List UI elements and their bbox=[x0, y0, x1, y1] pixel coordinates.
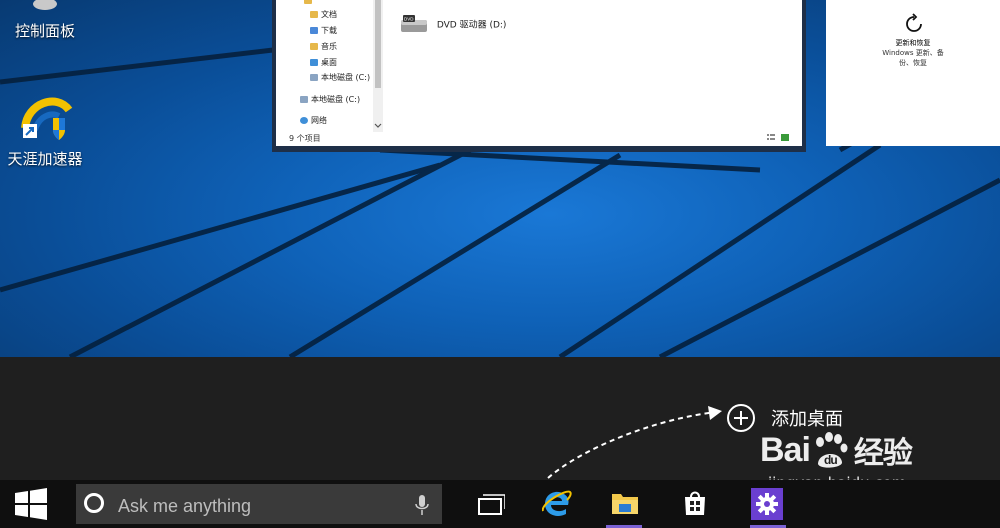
desktop-icon-accelerator[interactable]: 天涯加速器 bbox=[5, 88, 85, 169]
disk-icon bbox=[300, 96, 308, 103]
nav-item-documents[interactable]: 文档 bbox=[310, 9, 337, 21]
settings-tile-text: 更新和恢复 Windows 更新、备 份、恢复 bbox=[826, 38, 1000, 68]
nav-item-label: 本地磁盘 (C:) bbox=[311, 95, 361, 104]
settings-tile-desc: Windows 更新、备 bbox=[882, 49, 944, 57]
settings-tile-desc-2: 份、恢复 bbox=[899, 59, 927, 67]
nav-item-downloads[interactable]: 下载 bbox=[310, 25, 337, 37]
desktop-icon-label: 控制面板 bbox=[14, 22, 75, 40]
desktop-wallpaper: 控制面板 天涯加速器 文档 下载 音乐 桌面 本地磁盘 (C:) 本地磁盘 (C… bbox=[0, 0, 1000, 357]
accelerator-icon bbox=[21, 97, 73, 140]
plus-circle-icon bbox=[727, 404, 755, 432]
explorer-status-bar: 9 个项目 bbox=[289, 134, 321, 143]
nav-scrollbar[interactable] bbox=[373, 0, 383, 132]
start-button[interactable] bbox=[0, 480, 62, 528]
disk-icon bbox=[310, 74, 318, 81]
settings-button[interactable] bbox=[744, 480, 792, 528]
desktop-icon-control-panel[interactable]: 控制面板 bbox=[5, 0, 85, 41]
search-placeholder: Ask me anything bbox=[118, 496, 252, 516]
nav-item-desktop[interactable]: 桌面 bbox=[310, 57, 337, 69]
control-panel-icon bbox=[33, 0, 57, 10]
jingyan-label: 经验 bbox=[853, 436, 913, 471]
task-view-icon bbox=[478, 494, 505, 515]
desktop-folder-icon bbox=[310, 59, 318, 66]
nav-item-network[interactable]: 网络 bbox=[300, 115, 327, 127]
nav-item-label: 本地磁盘 (C:) bbox=[321, 73, 371, 82]
dvd-drive-label: DVD 驱动器 (D:) bbox=[436, 20, 507, 31]
paw-icon: du bbox=[815, 432, 848, 468]
desktop-icon-label: 天涯加速器 bbox=[7, 150, 83, 168]
svg-text:DVD: DVD bbox=[404, 17, 414, 22]
store-button[interactable] bbox=[670, 480, 718, 528]
file-explorer-button[interactable] bbox=[600, 480, 648, 528]
nav-item-label: 文档 bbox=[321, 10, 337, 19]
explorer-window-preview[interactable]: 文档 下载 音乐 桌面 本地磁盘 (C:) 本地磁盘 (C:) 网络 DVD D… bbox=[272, 0, 806, 152]
network-icon bbox=[300, 117, 308, 124]
nav-item-local-disk[interactable]: 本地磁盘 (C:) bbox=[310, 72, 370, 84]
folder-icon bbox=[310, 11, 318, 18]
windows-logo-icon bbox=[15, 488, 47, 520]
svg-text:du: du bbox=[824, 453, 837, 467]
annotation-arrow bbox=[547, 406, 722, 479]
nav-item-local-disk-2[interactable]: 本地磁盘 (C:) bbox=[300, 94, 360, 106]
scrollbar-thumb[interactable] bbox=[375, 0, 381, 88]
taskbar: Ask me anything bbox=[0, 480, 1000, 528]
store-icon bbox=[685, 491, 705, 515]
baidu-brand: Bai bbox=[760, 430, 811, 469]
folder-icon bbox=[304, 0, 312, 4]
nav-item-music[interactable]: 音乐 bbox=[310, 41, 337, 53]
details-view-icon[interactable] bbox=[766, 133, 790, 142]
microphone-icon[interactable] bbox=[414, 494, 430, 516]
dvd-drive-item[interactable]: DVD DVD 驱动器 (D:) bbox=[400, 14, 506, 34]
nav-item-label: 音乐 bbox=[321, 42, 337, 51]
nav-item[interactable] bbox=[304, 0, 318, 8]
file-explorer-icon bbox=[612, 494, 638, 514]
download-icon bbox=[310, 27, 318, 34]
cortana-icon bbox=[84, 493, 104, 513]
view-buttons[interactable] bbox=[766, 133, 790, 144]
task-view-button[interactable] bbox=[465, 480, 513, 528]
baidu-logo: Bai du 经验 bbox=[760, 428, 913, 472]
settings-tile-title: 更新和恢复 bbox=[895, 39, 931, 47]
chevron-down-icon[interactable] bbox=[373, 122, 383, 130]
cortana-search-box[interactable]: Ask me anything bbox=[76, 484, 442, 524]
nav-item-label: 网络 bbox=[311, 116, 327, 125]
explorer-content: 文档 下载 音乐 桌面 本地磁盘 (C:) 本地磁盘 (C:) 网络 DVD D… bbox=[276, 0, 802, 146]
music-icon bbox=[310, 43, 318, 50]
dvd-drive-icon: DVD bbox=[401, 15, 427, 32]
refresh-icon bbox=[906, 13, 922, 32]
settings-gear-icon bbox=[756, 493, 778, 515]
nav-item-label: 下载 bbox=[321, 26, 337, 35]
settings-window-preview[interactable]: 更新和恢复 Windows 更新、备 份、恢复 bbox=[826, 0, 1000, 146]
nav-item-label: 桌面 bbox=[321, 58, 337, 67]
edge-e-icon bbox=[542, 490, 572, 516]
internet-explorer-button[interactable] bbox=[532, 480, 580, 528]
